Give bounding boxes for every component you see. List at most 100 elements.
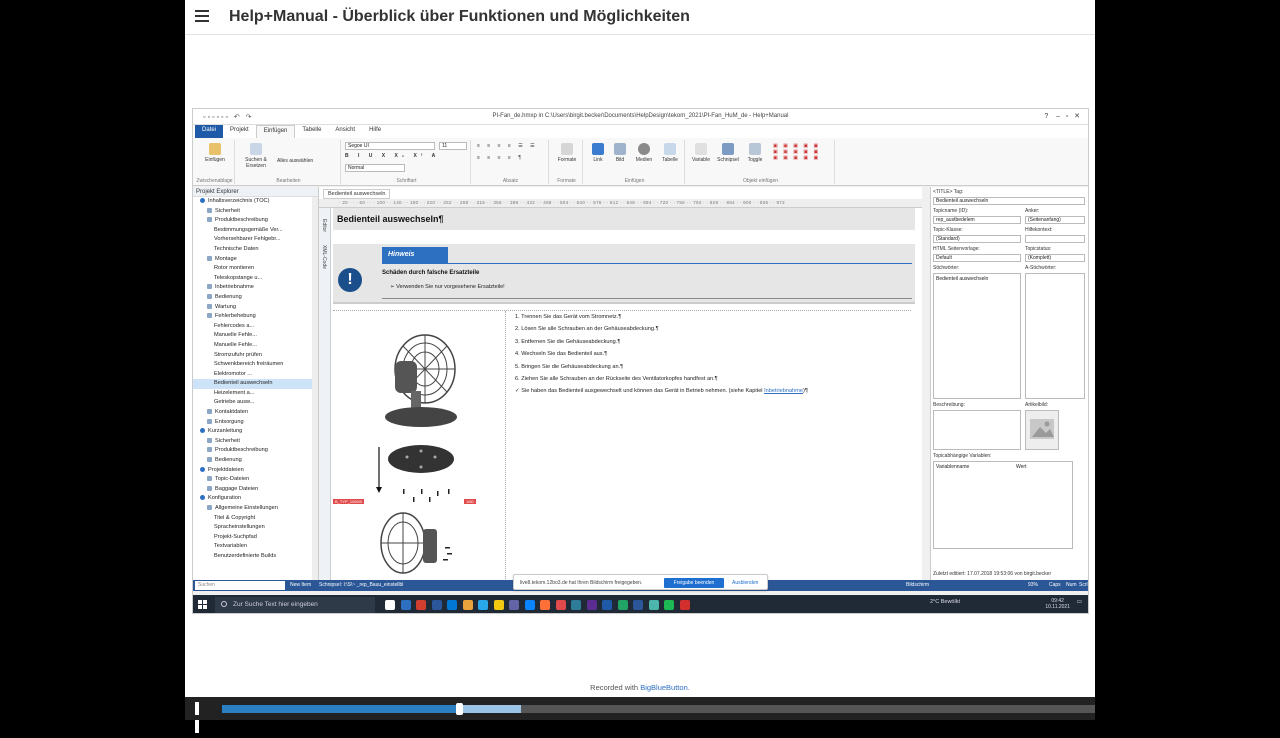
explorer-item[interactable]: Produktbeschreibung bbox=[193, 216, 318, 226]
document-tab[interactable]: Bedienteil auswechseln bbox=[323, 189, 391, 199]
hamburger-menu-icon[interactable] bbox=[195, 10, 209, 24]
taskbar-app-icon[interactable] bbox=[400, 600, 411, 610]
explorer-item[interactable]: Sicherheit bbox=[193, 437, 318, 447]
window-controls[interactable]: ? – ▫ ✕ bbox=[1044, 112, 1080, 120]
explorer-item[interactable]: Allgemeine Einstellungen bbox=[193, 504, 318, 514]
taskbar-app-icon[interactable] bbox=[493, 600, 504, 610]
description-textarea[interactable] bbox=[933, 410, 1021, 450]
taskbar-app-icon[interactable] bbox=[617, 600, 628, 610]
notification-icon[interactable]: ▭ bbox=[1077, 599, 1082, 605]
explorer-item[interactable]: Bestimmungsgemäße Ver... bbox=[193, 187, 383, 236]
explorer-item[interactable]: Rotor montieren bbox=[193, 187, 383, 274]
taskbar-app-icon[interactable] bbox=[602, 600, 612, 610]
tab-projekt[interactable]: Projekt bbox=[223, 125, 256, 138]
topic-status-select[interactable]: (Komplett) bbox=[1025, 254, 1085, 262]
taskbar-search-input[interactable]: Zur Suche Text hier eingeben bbox=[215, 597, 375, 613]
table-button[interactable]: Tabelle bbox=[658, 143, 682, 163]
explorer-item[interactable]: Inhaltsverzeichnis (TOC) bbox=[193, 197, 318, 207]
topic-name-input[interactable]: rep_austbedelem bbox=[933, 216, 1021, 224]
link-button[interactable]: Link bbox=[588, 143, 608, 163]
explorer-item[interactable]: Elektromotor ... bbox=[193, 187, 383, 380]
topic-vars-table[interactable]: Variablenname Wert bbox=[933, 461, 1073, 549]
document[interactable]: Bedienteil auswechseln¶ Hinweis ! Schäde… bbox=[333, 208, 915, 581]
article-image-placeholder-icon[interactable] bbox=[1025, 410, 1059, 450]
explorer-item[interactable]: Fehlerbehebung bbox=[193, 312, 318, 322]
taskbar-app-icon[interactable] bbox=[447, 600, 457, 610]
tab-xml-code[interactable]: XML-Code bbox=[321, 245, 327, 269]
taskbar-app-icon[interactable] bbox=[648, 600, 659, 610]
explorer-item[interactable]: Kurzanleitung bbox=[193, 427, 318, 437]
keywords-textarea[interactable]: Bedienteil auswechseln bbox=[933, 273, 1021, 399]
html-template-select[interactable]: Default bbox=[933, 254, 1021, 262]
taskbar-app-icon[interactable] bbox=[664, 600, 674, 610]
taskbar-app-icon[interactable] bbox=[416, 600, 426, 610]
taskbar-app-icon[interactable] bbox=[431, 600, 442, 610]
explorer-item[interactable]: Textvariablen bbox=[193, 187, 383, 552]
taskbar-app-icon[interactable] bbox=[571, 600, 581, 610]
explorer-item[interactable]: Titel & Copyright bbox=[193, 187, 383, 524]
explorer-item[interactable]: Manuelle Fehle... bbox=[193, 187, 383, 341]
paste-button[interactable]: Einfügen bbox=[199, 143, 231, 163]
taskbar-app-icon[interactable] bbox=[540, 600, 550, 610]
explorer-item[interactable]: Technische Daten bbox=[193, 187, 383, 255]
formats-button[interactable]: Formate bbox=[554, 143, 580, 163]
tab-hilfe[interactable]: Hilfe bbox=[362, 125, 388, 138]
explorer-item[interactable]: Kontaktdaten bbox=[193, 408, 318, 418]
topic-class-select[interactable]: (Standard) bbox=[933, 235, 1021, 243]
taskbar-app-icon[interactable] bbox=[633, 600, 643, 610]
explorer-item[interactable]: Bedienung bbox=[193, 456, 318, 466]
explorer-item[interactable]: Topic-Dateien bbox=[193, 475, 318, 485]
progress-handle[interactable] bbox=[455, 703, 463, 715]
find-replace-button[interactable]: Suchen & Ersetzen bbox=[241, 143, 271, 169]
explorer-item[interactable]: Produktbeschreibung bbox=[193, 446, 318, 456]
explorer-item[interactable]: Heizelement a... bbox=[193, 187, 383, 399]
a-keywords-textarea[interactable] bbox=[1025, 273, 1085, 399]
explorer-item[interactable]: Getriebe ausw... bbox=[193, 187, 383, 408]
explorer-item[interactable]: Teleskopstange u... bbox=[193, 187, 383, 284]
explorer-item[interactable]: Benutzerdefinierte Builds bbox=[193, 187, 383, 562]
pause-icon[interactable] bbox=[195, 702, 207, 733]
bigbluebutton-link[interactable]: BigBlueButton. bbox=[640, 683, 690, 692]
windows-start-icon[interactable] bbox=[198, 600, 208, 610]
help-context-input[interactable] bbox=[1025, 235, 1085, 243]
explorer-item[interactable]: Sicherheit bbox=[193, 207, 318, 217]
explorer-item[interactable]: Bedienteil auswechseln bbox=[193, 187, 383, 389]
explorer-item[interactable]: Bedienung bbox=[193, 293, 318, 303]
explorer-item[interactable]: Schwenkbereich freiräumen bbox=[193, 187, 383, 370]
explorer-item[interactable]: Wartung bbox=[193, 303, 318, 313]
explorer-item[interactable]: Projektdateien bbox=[193, 466, 318, 476]
tab-einfuegen[interactable]: Einfügen bbox=[255, 125, 296, 138]
tab-ansicht[interactable]: Ansicht bbox=[328, 125, 362, 138]
explorer-item[interactable]: Vorhersehbarer Fehlgebr... bbox=[193, 187, 383, 245]
taskbar-app-icon[interactable] bbox=[385, 600, 395, 610]
taskbar-app-icon[interactable] bbox=[679, 600, 690, 610]
format-buttons[interactable]: B I U X X₂ X² A bbox=[345, 153, 439, 159]
toggle-button[interactable]: Toggle bbox=[744, 143, 766, 163]
object-icons[interactable]: ▣ ▣ ▣ ▣ ▣ ▣ ▣ ▣ ▣ ▣ ▣ ▣ ▣ ▣ ▣ bbox=[773, 143, 820, 161]
explorer-item[interactable]: Spracheinstellungen bbox=[193, 187, 383, 533]
explorer-item[interactable]: Baggage Dateien bbox=[193, 485, 318, 495]
tab-datei[interactable]: Datei bbox=[195, 125, 224, 138]
explorer-item[interactable]: Entsorgung bbox=[193, 418, 318, 428]
explorer-item[interactable]: Konfiguration bbox=[193, 494, 318, 504]
align-buttons[interactable]: ≡ ≡ ≡ ≡ ☰ ☰ bbox=[477, 143, 538, 149]
snippet-button[interactable]: Schnipsel bbox=[715, 143, 741, 163]
explorer-scrollbar[interactable] bbox=[312, 197, 318, 580]
taskbar-app-icon[interactable] bbox=[555, 600, 566, 610]
progress-track[interactable] bbox=[222, 703, 1095, 715]
tab-editor[interactable]: Editor bbox=[321, 219, 327, 232]
anchor-select[interactable]: (Seitenanfang) bbox=[1025, 216, 1085, 224]
font-size-select[interactable]: 11 bbox=[439, 142, 467, 150]
taskbar-app-icon[interactable] bbox=[586, 600, 597, 610]
explorer-item[interactable]: Projekt-Suchpfad bbox=[193, 187, 383, 543]
media-button[interactable]: Medien bbox=[632, 143, 656, 163]
style-select[interactable]: Normal bbox=[345, 164, 405, 172]
stop-sharing-button[interactable]: Freigabe beenden bbox=[664, 578, 724, 588]
explorer-item[interactable]: Fehlercodes a... bbox=[193, 187, 383, 332]
taskbar-app-icon[interactable] bbox=[509, 600, 519, 610]
inbetriebnahme-link[interactable]: Inbetriebnahme bbox=[764, 388, 803, 394]
font-select[interactable]: Segoe UI bbox=[345, 142, 435, 150]
explorer-item[interactable]: Stromzufuhr prüfen bbox=[193, 187, 383, 361]
taskbar-app-icon[interactable] bbox=[462, 600, 473, 610]
explorer-item[interactable]: Montage bbox=[193, 255, 318, 265]
